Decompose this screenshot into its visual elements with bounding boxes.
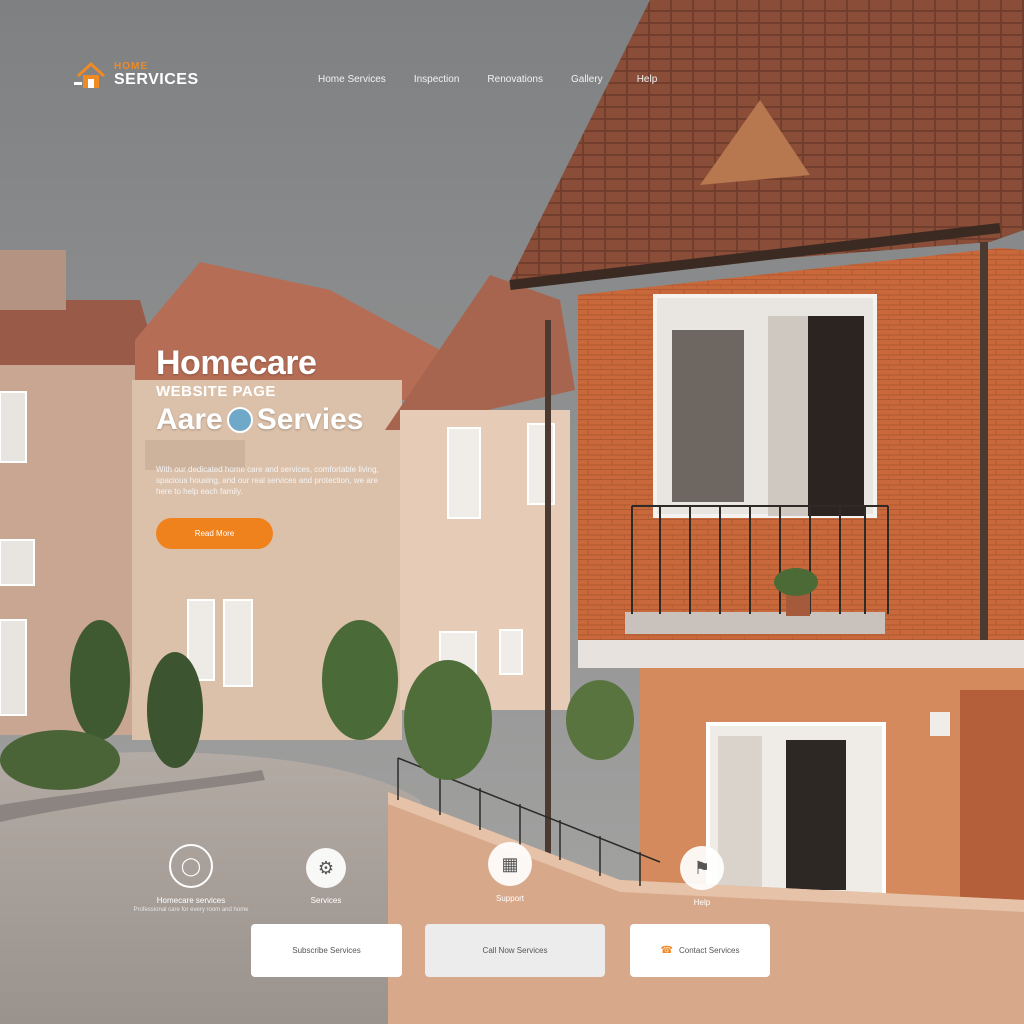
nav-item-inspection[interactable]: Inspection [414, 74, 460, 85]
hero-title-line3: Aare Servies [156, 402, 396, 438]
house-logo-icon [74, 61, 106, 88]
brand-name: SERVICES [114, 71, 199, 88]
hero-description: With our dedicated home care and service… [156, 465, 379, 496]
service-label: Services [310, 896, 342, 905]
phone-icon: ☎ [660, 945, 673, 956]
globe-icon [226, 407, 253, 433]
service-sub: Professional care for every room and hom… [133, 907, 249, 913]
hero-title-line3-prefix: Aare [156, 403, 223, 436]
sign-icon: ⚑ [680, 846, 724, 890]
nav-item-gallery[interactable]: Gallery [571, 74, 603, 85]
hero-title-line2: WEBSITE PAGE [156, 383, 276, 400]
top-nav: Home Services Inspection Renovations Gal… [318, 74, 657, 85]
service-label: Support [495, 894, 525, 903]
service-label: Help [693, 898, 711, 907]
tool-icon: ⚙ [306, 848, 346, 888]
hero-title-line3-suffix: Servies [256, 403, 364, 436]
service-item-help[interactable]: ⚑ Help [672, 846, 732, 907]
chat-bubble-icon: ◯ [169, 844, 213, 888]
subscribe-card-button[interactable]: Subscribe Services [251, 924, 402, 977]
nav-item-help[interactable]: Help [637, 74, 658, 85]
card-label: Contact Services [679, 946, 740, 955]
service-item-services[interactable]: ⚙ Services [296, 848, 356, 905]
hero-section: Homecare WEBSITE PAGE Aare Servies With … [156, 344, 396, 497]
call-now-card-button[interactable]: Call Now Services [425, 924, 605, 977]
card-label: Subscribe Services [292, 946, 361, 955]
read-more-button[interactable]: Read More [156, 518, 273, 549]
service-label: Homecare services [156, 896, 226, 905]
service-item-support[interactable]: ▦ Support [480, 842, 540, 903]
nav-item-renovations[interactable]: Renovations [487, 74, 543, 85]
nav-item-home-services[interactable]: Home Services [318, 74, 386, 85]
brand-logo[interactable]: HOME SERVICES [74, 58, 199, 92]
card-label: Call Now Services [482, 946, 548, 955]
hero-title-line1: Homecare [156, 344, 317, 382]
calendar-icon: ▦ [488, 842, 532, 886]
contact-card-button[interactable]: ☎ Contact Services [630, 924, 770, 977]
service-item-homecare[interactable]: ◯ Homecare services Professional care fo… [133, 844, 249, 913]
